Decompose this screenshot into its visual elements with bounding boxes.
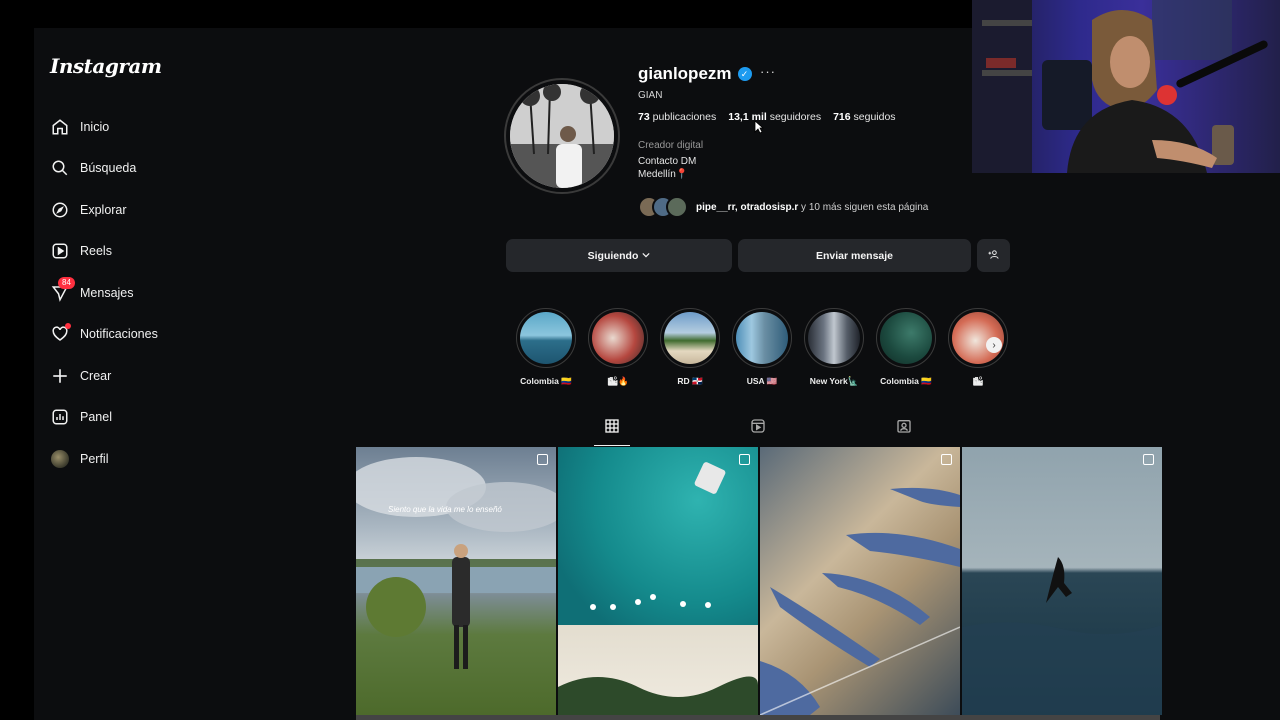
sidebar-item-label: Inicio — [80, 119, 110, 134]
chevron-down-icon — [642, 250, 650, 262]
highlight-item[interactable]: Colombia 🇨🇴 — [516, 308, 576, 387]
grid-icon — [604, 418, 620, 439]
more-options-icon[interactable]: ··· — [760, 64, 776, 79]
story-highlights: Colombia 🇨🇴 🏙🔥 RD 🇩🇴 USA 🇺🇸 New York🗽 Co… — [516, 308, 1008, 387]
verified-badge-icon: ✓ — [737, 67, 752, 81]
sidebar-item-inicio[interactable]: Inicio — [50, 106, 250, 148]
highlights-next-button[interactable]: › — [986, 337, 1002, 353]
reels-tab[interactable] — [740, 418, 776, 446]
followed-by-rest: y 10 más siguen esta página — [801, 201, 929, 213]
profile-fullname: GIAN — [638, 90, 663, 101]
posts-count: 73 publicaciones — [638, 111, 717, 123]
compass-icon — [50, 200, 70, 220]
sidebar-item-crear[interactable]: Crear — [50, 355, 250, 397]
profile-category: Creador digital — [638, 140, 704, 151]
post-thumbnail[interactable] — [558, 447, 758, 715]
sidebar-item-reels[interactable]: Reels — [50, 231, 250, 273]
reels-icon — [750, 418, 766, 439]
suggest-users-button[interactable] — [977, 239, 1010, 272]
profile-bio-location: Medellín📍 — [638, 169, 689, 180]
carousel-icon — [739, 454, 750, 465]
mouse-cursor-icon — [754, 120, 764, 134]
profile-avatar[interactable] — [504, 78, 620, 194]
following-count[interactable]: 716 seguidos — [833, 111, 895, 123]
sidebar-item-label: Mensajes — [80, 285, 134, 300]
tagged-tab[interactable] — [886, 418, 922, 446]
posts-next-row — [356, 715, 1160, 720]
followed-by-names: pipe__rr, otradosisp.r — [696, 201, 799, 213]
username-text: gianlopezm — [638, 64, 732, 83]
sidebar-item-notificaciones[interactable]: Notificaciones — [50, 314, 250, 356]
post-caption: Siento que la vida me lo enseñó — [388, 505, 502, 514]
reels-icon — [50, 241, 70, 261]
sidebar-item-label: Búsqueda — [80, 161, 137, 176]
profile-tabs — [356, 418, 1160, 446]
followed-by[interactable]: pipe__rr, otradosisp.r y 10 más siguen e… — [638, 196, 928, 218]
notification-dot — [65, 323, 71, 330]
profile-username: gianlopezm ✓ — [638, 64, 752, 84]
post-thumbnail[interactable]: Siento que la vida me lo enseñó — [356, 447, 556, 715]
profile-bio-line: Contacto DM — [638, 156, 697, 167]
posts-tab[interactable] — [594, 418, 630, 446]
profile-stats: 73 publicaciones 13,1 mil seguidores 716… — [638, 111, 896, 123]
highlight-item[interactable]: Colombia 🇨🇴 — [876, 308, 936, 387]
avatar — [50, 449, 70, 469]
follower-avatar — [666, 196, 688, 218]
sidebar-item-busqueda[interactable]: Búsqueda — [50, 148, 250, 190]
reel-icon — [941, 454, 952, 465]
home-icon — [50, 117, 70, 137]
sidebar-item-mensajes[interactable]: 84 Mensajes — [50, 272, 250, 314]
sidebar-item-perfil[interactable]: Perfil — [50, 438, 250, 480]
instagram-logo[interactable]: Instagram — [50, 54, 162, 78]
chart-icon — [50, 407, 70, 427]
highlight-item[interactable]: USA 🇺🇸 — [732, 308, 792, 387]
messenger-icon: 84 — [50, 276, 75, 303]
heart-icon — [50, 323, 71, 344]
highlight-item[interactable]: New York🗽 — [804, 308, 864, 387]
search-icon — [50, 158, 70, 178]
sidebar-item-label: Reels — [80, 244, 112, 259]
highlight-item[interactable]: 🏙🔥 — [588, 308, 648, 387]
posts-grid: Siento que la vida me lo enseñó — [356, 447, 1162, 720]
post-thumbnail[interactable] — [962, 447, 1162, 715]
sidebar-item-explorar[interactable]: Explorar — [50, 189, 250, 231]
following-button[interactable]: Siguiendo — [506, 239, 732, 272]
sidebar-nav: Inicio Búsqueda Explorar Reels 84 Mensaj… — [50, 106, 250, 480]
sidebar-item-label: Explorar — [80, 202, 127, 217]
sidebar-item-label: Notificaciones — [80, 327, 158, 342]
add-person-icon — [988, 249, 999, 263]
post-thumbnail[interactable] — [760, 447, 960, 715]
carousel-icon — [1143, 454, 1154, 465]
plus-icon — [50, 366, 70, 386]
carousel-icon — [537, 454, 548, 465]
sidebar-item-panel[interactable]: Panel — [50, 397, 250, 439]
sidebar-item-label: Perfil — [80, 451, 109, 466]
webcam-overlay — [972, 0, 1280, 173]
highlight-item[interactable]: RD 🇩🇴 — [660, 308, 720, 387]
sidebar-item-label: Crear — [80, 368, 112, 383]
messages-badge: 84 — [58, 276, 75, 289]
send-message-button[interactable]: Enviar mensaje — [738, 239, 971, 272]
tagged-icon — [896, 418, 912, 439]
sidebar-item-label: Panel — [80, 410, 112, 425]
followers-count[interactable]: 13,1 mil seguidores — [728, 111, 821, 123]
